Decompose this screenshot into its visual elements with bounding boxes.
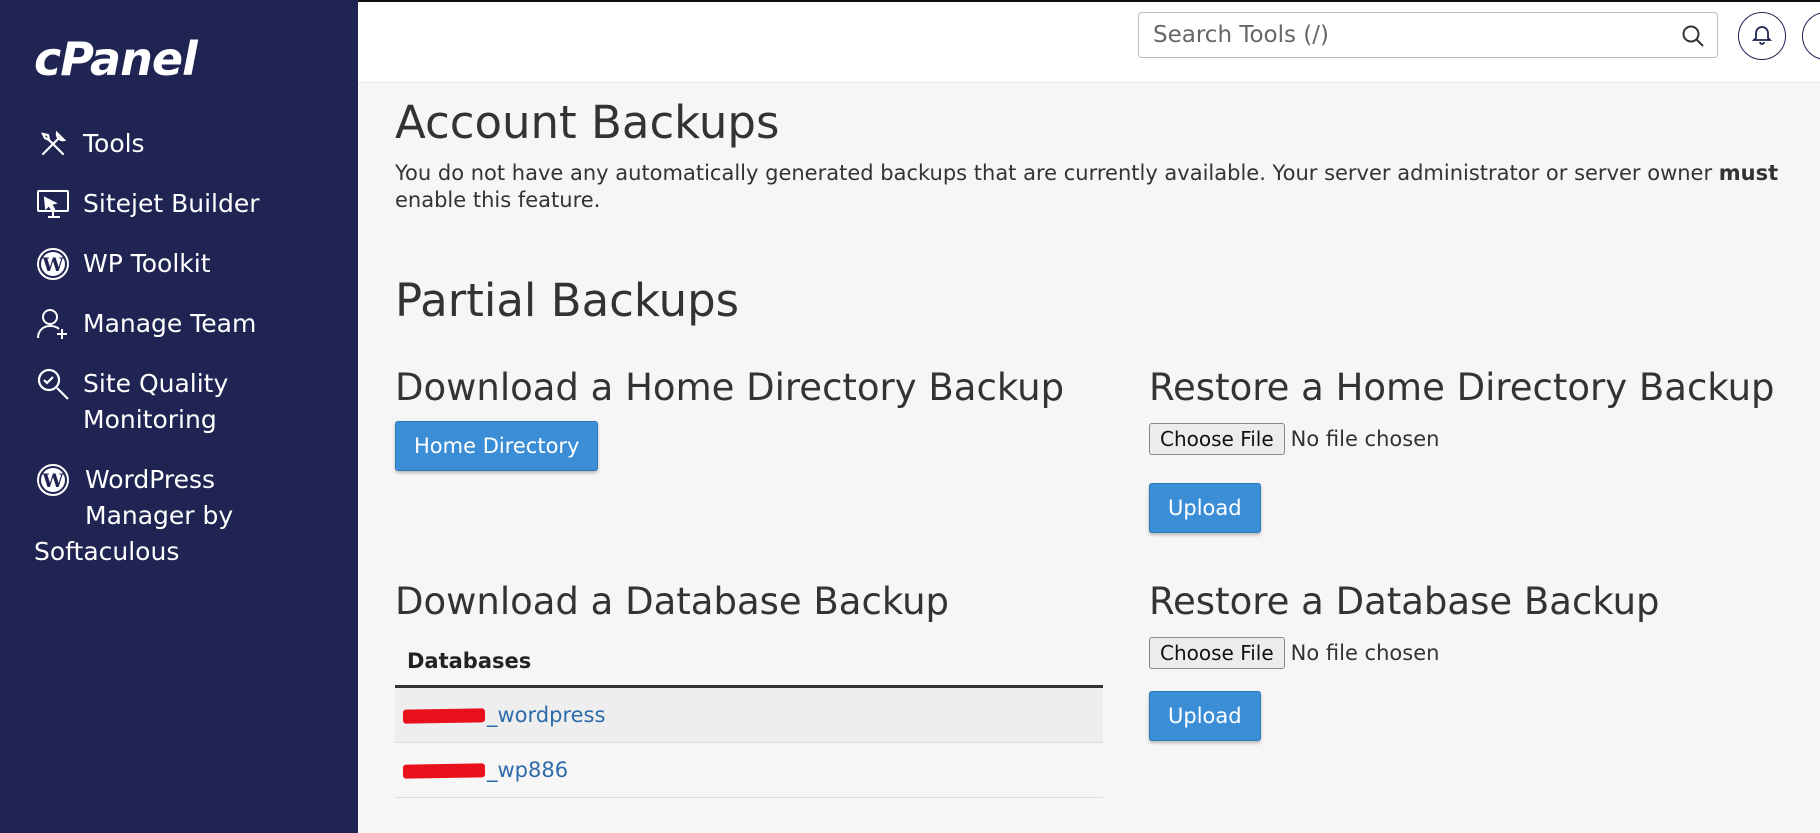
restore-home-title: Restore a Home Directory Backup [1149, 366, 1775, 409]
redacted-mark [402, 763, 486, 779]
download-db-section: Download a Database Backup Databases _wo… [395, 580, 1103, 798]
upload-home-button[interactable]: Upload [1149, 483, 1261, 533]
upload-db-button[interactable]: Upload [1149, 691, 1261, 741]
download-db-title: Download a Database Backup [395, 580, 950, 623]
add-user-icon [34, 306, 72, 342]
download-home-section: Download a Home Directory Backup Home Di… [395, 366, 1064, 471]
top-bar [358, 0, 1820, 83]
restore-home-section: Restore a Home Directory Backup Choose F… [1149, 366, 1775, 533]
search-input[interactable] [1151, 21, 1675, 49]
user-menu-button[interactable] [1802, 12, 1820, 60]
sidebar-item-wordpress-manager[interactable]: W WordPress Manager by Softaculous [34, 462, 334, 570]
notifications-button[interactable] [1738, 12, 1786, 60]
databases-column-header: Databases [395, 635, 1103, 688]
database-link[interactable]: _wordpress [402, 703, 605, 727]
bell-icon [1751, 23, 1773, 49]
restore-db-title: Restore a Database Backup [1149, 580, 1660, 623]
account-backups-description: You do not have any automatically genera… [395, 161, 1779, 212]
sidebar-item-tools[interactable]: Tools [34, 126, 334, 162]
choose-file-button[interactable]: Choose File [1149, 423, 1285, 455]
file-status: No file chosen [1290, 641, 1440, 665]
sidebar-item-label: WP Toolkit [83, 249, 211, 278]
sidebar: cPanel Tools Sitejet Builder W WP Toolki… [0, 0, 358, 833]
sidebar-item-manage-team[interactable]: Manage Team [34, 306, 334, 342]
search-magnifier-icon [34, 366, 72, 402]
svg-text:W: W [41, 254, 64, 276]
search-box[interactable] [1138, 12, 1718, 58]
db-file-input: Choose File No file chosen [1149, 637, 1660, 669]
svg-text:W: W [41, 470, 64, 492]
sidebar-item-label: Tools [83, 129, 145, 158]
home-directory-button[interactable]: Home Directory [395, 421, 599, 471]
file-status: No file chosen [1290, 427, 1440, 451]
sidebar-nav: Tools Sitejet Builder W WP Toolkit Manag… [34, 126, 334, 594]
cpanel-logo[interactable]: cPanel [34, 32, 198, 86]
sidebar-item-label: Softaculous [34, 537, 180, 566]
sidebar-item-label: Sitejet Builder [83, 189, 260, 218]
partial-backups-title: Partial Backups [395, 274, 740, 327]
download-home-title: Download a Home Directory Backup [395, 366, 1065, 409]
restore-db-section: Restore a Database Backup Choose File No… [1149, 580, 1660, 741]
sitejet-monitor-icon [34, 186, 72, 222]
tools-icon [34, 126, 72, 162]
search-icon[interactable] [1681, 24, 1705, 52]
choose-file-button[interactable]: Choose File [1149, 637, 1285, 669]
home-file-input: Choose File No file chosen [1149, 423, 1775, 455]
sidebar-item-site-quality-monitoring[interactable]: Site Quality Monitoring [34, 366, 334, 438]
redacted-mark [402, 708, 486, 724]
sidebar-item-label: WordPress Manager by [85, 465, 234, 530]
account-backups-title: Account Backups [395, 96, 780, 149]
wordpress-icon: W [34, 462, 72, 498]
table-row: _wordpress [395, 686, 1103, 743]
wordpress-icon: W [34, 246, 72, 282]
database-link[interactable]: _wp886 [402, 758, 568, 782]
table-row: _wp886 [395, 742, 1103, 798]
sidebar-item-label: Manage Team [83, 309, 257, 338]
databases-table: Databases _wordpress _wp886 [395, 635, 1103, 798]
sidebar-item-label: Site Quality Monitoring [83, 369, 229, 434]
sidebar-item-sitejet-builder[interactable]: Sitejet Builder [34, 186, 334, 222]
sidebar-item-wp-toolkit[interactable]: W WP Toolkit [34, 246, 334, 282]
